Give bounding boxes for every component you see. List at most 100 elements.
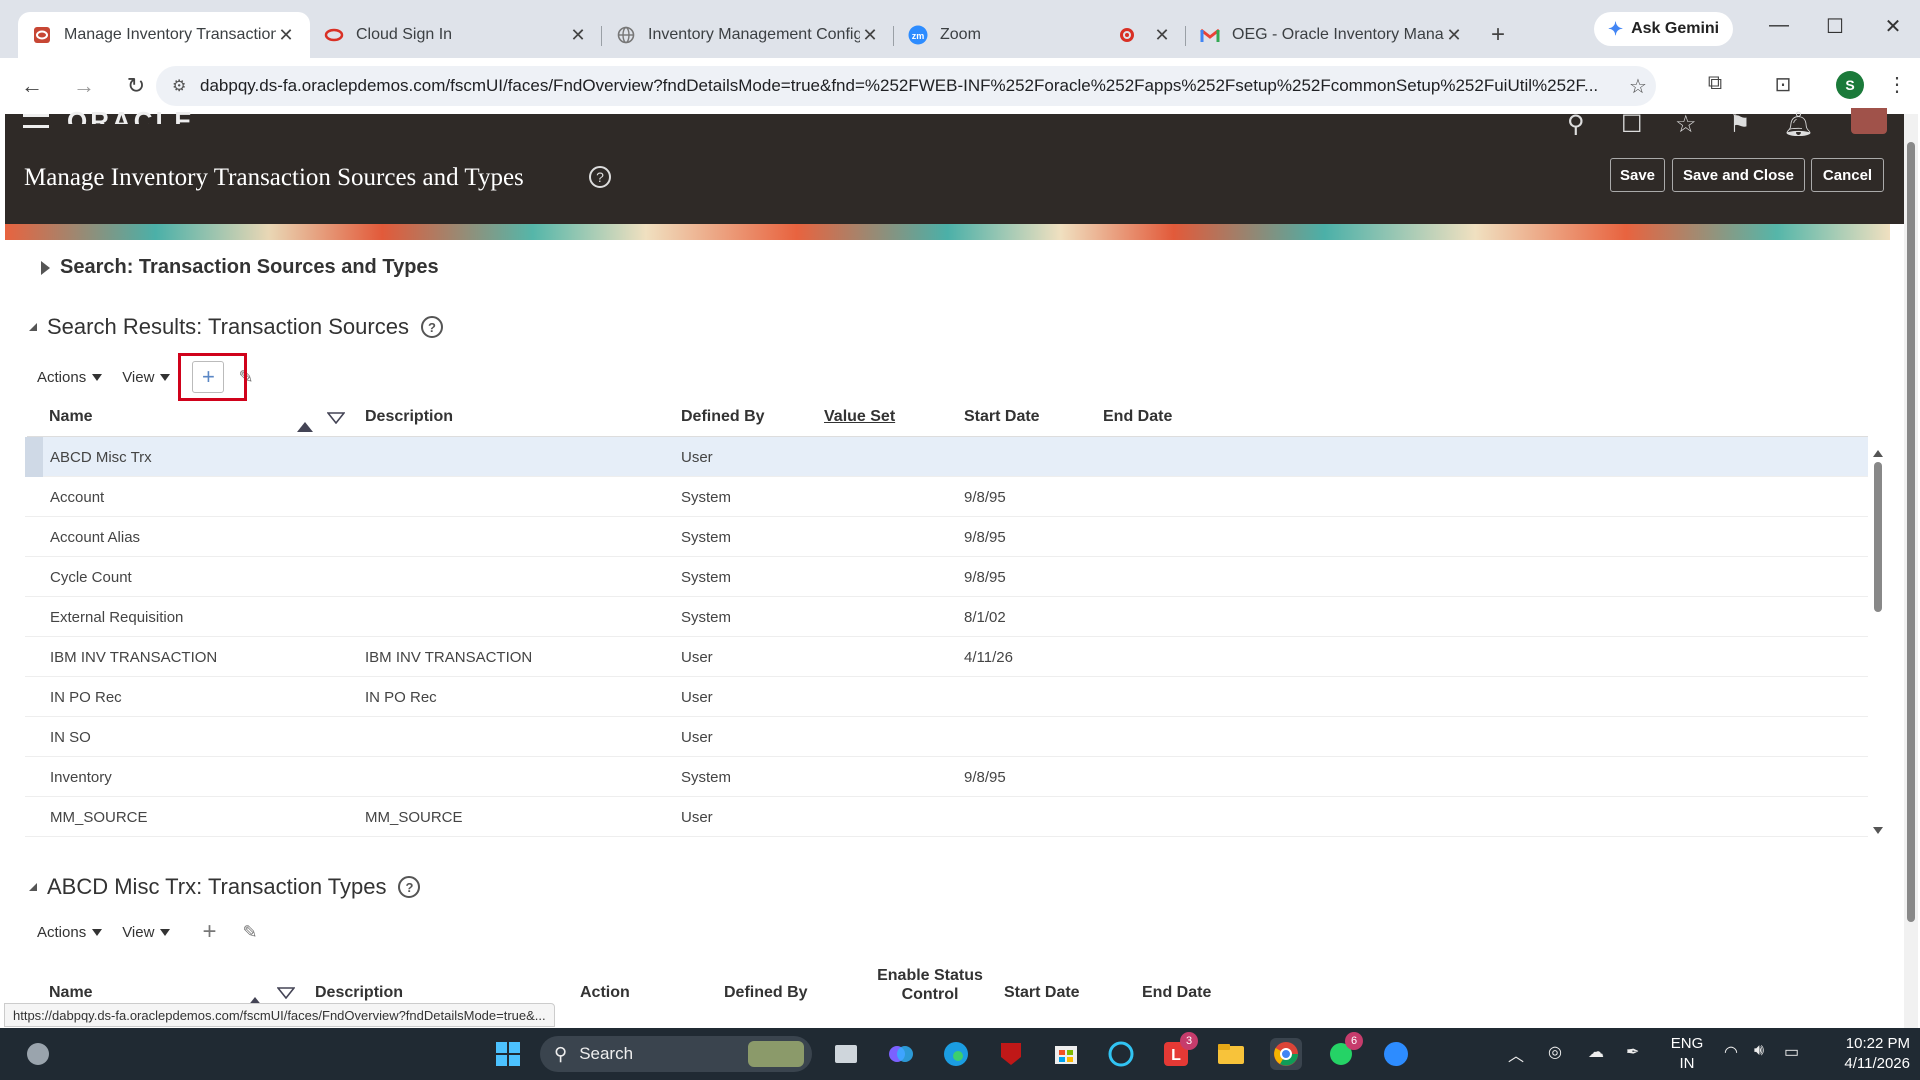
- table-row[interactable]: Cycle Count System 9/8/95: [25, 557, 1868, 597]
- address-bar[interactable]: ⚙ dabpqy.ds-fa.oraclepdemos.com/fscmUI/f…: [156, 66, 1656, 106]
- new-tab-button[interactable]: +: [1478, 12, 1518, 58]
- save-button[interactable]: Save: [1610, 158, 1665, 192]
- alexa-icon[interactable]: [1105, 1038, 1137, 1070]
- table-row[interactable]: IBM INV TRANSACTION IBM INV TRANSACTION …: [25, 637, 1868, 677]
- site-settings-icon[interactable]: ⚙: [172, 76, 200, 96]
- search-section-header[interactable]: Search: Transaction Sources and Types: [41, 256, 439, 279]
- column-header-name[interactable]: Name: [49, 408, 93, 426]
- close-icon[interactable]: ✕: [1444, 25, 1464, 46]
- table-row[interactable]: IN SO User: [25, 717, 1868, 757]
- table-scrollbar-thumb[interactable]: [1874, 462, 1882, 612]
- task-view-icon[interactable]: [830, 1038, 862, 1070]
- table-row[interactable]: Account Alias System 9/8/95: [25, 517, 1868, 557]
- taskbar-search-box[interactable]: ⚲ Search: [540, 1036, 812, 1072]
- scroll-down-icon[interactable]: [1872, 823, 1884, 834]
- column-header-start-date[interactable]: Start Date: [1004, 984, 1080, 1002]
- whatsapp-icon[interactable]: 6: [1325, 1032, 1363, 1070]
- copilot-icon[interactable]: [885, 1038, 917, 1070]
- pen-icon[interactable]: ✒: [1626, 1042, 1639, 1062]
- language-indicator[interactable]: ENG IN: [1670, 1034, 1704, 1074]
- scroll-up-icon[interactable]: [1872, 445, 1884, 457]
- tab-inventory-config[interactable]: Inventory Management Config ✕: [602, 12, 894, 58]
- view-menu[interactable]: View: [122, 924, 171, 941]
- home-icon[interactable]: ☐: [1621, 110, 1643, 139]
- ask-gemini-button[interactable]: ✦ Ask Gemini: [1594, 12, 1734, 46]
- windows-start-icon[interactable]: [492, 1038, 524, 1070]
- lens-icon[interactable]: ⊡: [1768, 72, 1798, 97]
- close-icon[interactable]: ✕: [276, 25, 296, 46]
- column-header-end-date[interactable]: End Date: [1103, 408, 1172, 426]
- types-section-header[interactable]: ABCD Misc Trx: Transaction Types ?: [29, 874, 421, 900]
- page-scrollbar-thumb[interactable]: [1907, 142, 1915, 922]
- close-icon[interactable]: ✕: [568, 25, 588, 46]
- notifications-bell-icon[interactable]: 🔔︎: [1783, 110, 1813, 139]
- table-row[interactable]: ABCD Misc Trx User: [25, 437, 1868, 477]
- reload-icon[interactable]: ↻: [116, 66, 156, 106]
- forward-icon[interactable]: →: [64, 66, 104, 106]
- chrome-taskbar-icon[interactable]: [1270, 1038, 1302, 1070]
- table-row[interactable]: Account System 9/8/95: [25, 477, 1868, 517]
- column-header-name[interactable]: Name: [49, 984, 93, 1002]
- help-icon[interactable]: ?: [420, 316, 443, 338]
- profile-avatar[interactable]: S: [1836, 71, 1864, 99]
- tab-oeg-gmail[interactable]: OEG - Oracle Inventory Manag ✕: [1186, 12, 1478, 58]
- menu-kebab-icon[interactable]: ⋮: [1882, 72, 1912, 97]
- table-row[interactable]: MM_SOURCE MM_SOURCE User: [25, 797, 1868, 837]
- system-clock[interactable]: 10:22 PM 4/11/2026: [1820, 1034, 1910, 1074]
- tray-app-icon[interactable]: ◎: [1548, 1042, 1562, 1062]
- column-header-defined-by[interactable]: Defined By: [681, 408, 765, 426]
- search-icon[interactable]: ⚲: [1567, 110, 1585, 139]
- edge-icon[interactable]: [940, 1038, 972, 1070]
- window-close-icon[interactable]: ✕: [1878, 14, 1908, 39]
- column-header-description[interactable]: Description: [365, 408, 453, 426]
- wifi-icon[interactable]: ◠: [1724, 1042, 1738, 1062]
- sources-section-header[interactable]: Search Results: Transaction Sources ?: [29, 314, 443, 340]
- save-and-close-button[interactable]: Save and Close: [1672, 158, 1805, 192]
- maximize-icon[interactable]: ☐: [1820, 14, 1850, 39]
- page-scrollbar[interactable]: [1904, 114, 1918, 1028]
- close-icon[interactable]: ✕: [860, 25, 880, 46]
- close-icon[interactable]: ✕: [1152, 25, 1172, 46]
- flag-icon[interactable]: ⚑: [1729, 110, 1751, 139]
- view-menu[interactable]: View: [122, 369, 171, 386]
- edit-pencil-icon[interactable]: ✎: [242, 922, 257, 943]
- mcafee-icon[interactable]: [995, 1038, 1027, 1070]
- table-row[interactable]: IN PO Rec IN PO Rec User: [25, 677, 1868, 717]
- actions-menu[interactable]: Actions: [37, 369, 103, 386]
- volume-icon[interactable]: 🔊︎: [1754, 1042, 1764, 1060]
- column-header-start-date[interactable]: Start Date: [964, 408, 1040, 426]
- app-l-icon[interactable]: L3: [1160, 1032, 1198, 1070]
- column-header-value-set[interactable]: Value Set: [824, 408, 895, 426]
- add-row-button[interactable]: +: [202, 918, 216, 946]
- cancel-button[interactable]: Cancel: [1811, 158, 1884, 192]
- weather-widget-icon[interactable]: [22, 1038, 54, 1070]
- back-icon[interactable]: ←: [12, 66, 52, 106]
- column-header-defined-by[interactable]: Defined By: [724, 984, 808, 1002]
- favorites-star-icon[interactable]: ☆: [1675, 110, 1697, 139]
- tab-manage-inventory[interactable]: Manage Inventory Transaction ✕: [18, 12, 310, 58]
- tab-zoom[interactable]: zm Zoom ✕: [894, 12, 1186, 58]
- actions-menu[interactable]: Actions: [37, 924, 103, 941]
- tab-cloud-sign-in[interactable]: Cloud Sign In ✕: [310, 12, 602, 58]
- table-scrollbar-track[interactable]: [1872, 462, 1884, 858]
- table-row[interactable]: External Requisition System 8/1/02: [25, 597, 1868, 637]
- onedrive-icon[interactable]: ☁: [1588, 1042, 1604, 1062]
- help-icon[interactable]: ?: [589, 166, 611, 188]
- file-explorer-icon[interactable]: [1215, 1038, 1247, 1070]
- minimize-icon[interactable]: —: [1764, 14, 1794, 37]
- help-icon[interactable]: ?: [398, 876, 421, 898]
- zoom-taskbar-icon[interactable]: [1380, 1038, 1412, 1070]
- hamburger-menu-icon[interactable]: [23, 114, 49, 128]
- tray-chevron-up-icon[interactable]: ︿: [1508, 1042, 1524, 1066]
- column-header-action[interactable]: Action: [580, 984, 630, 1002]
- column-header-description[interactable]: Description: [315, 984, 403, 1002]
- battery-icon[interactable]: ▭: [1784, 1042, 1799, 1062]
- sort-descending-icon[interactable]: [276, 986, 296, 1004]
- column-header-end-date[interactable]: End Date: [1142, 984, 1211, 1002]
- extensions-icon[interactable]: ⧉: [1700, 72, 1730, 95]
- user-avatar[interactable]: [1851, 108, 1887, 134]
- sort-descending-icon[interactable]: [326, 411, 346, 429]
- bookmark-star-icon[interactable]: ☆: [1620, 74, 1656, 99]
- table-row[interactable]: Inventory System 9/8/95: [25, 757, 1868, 797]
- microsoft-store-icon[interactable]: [1050, 1038, 1082, 1070]
